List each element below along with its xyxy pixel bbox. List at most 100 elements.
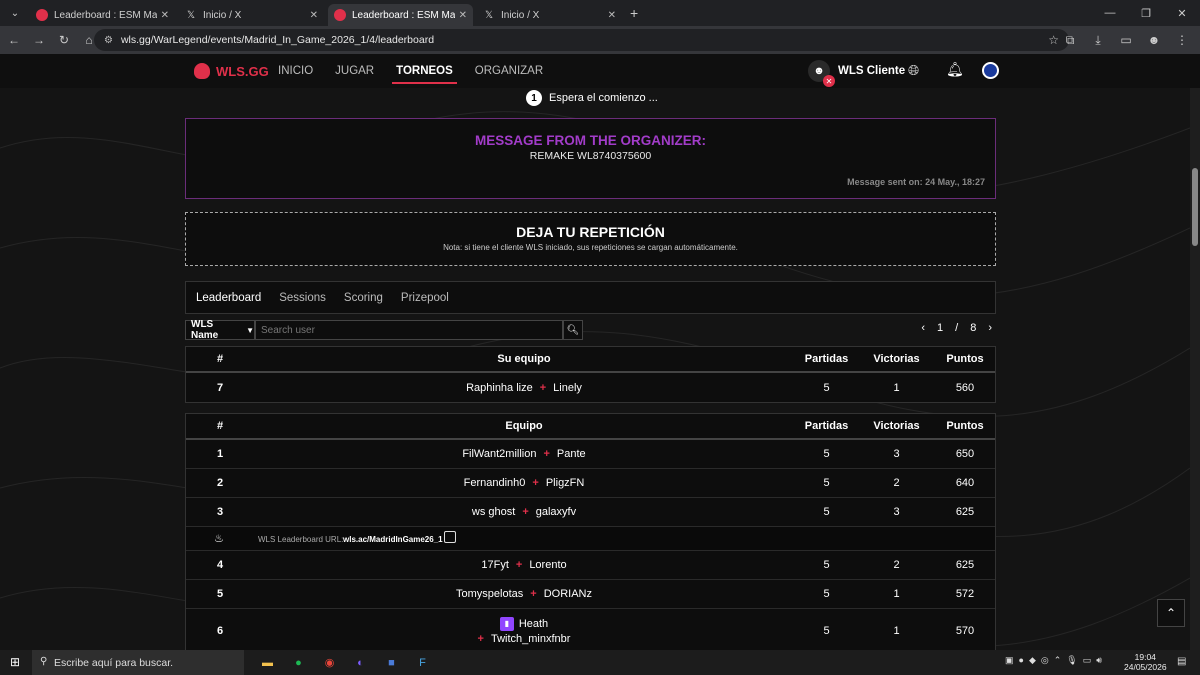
player-name[interactable]: Fernandinh0	[464, 477, 526, 489]
sidepanel-icon[interactable]: ▭	[1112, 29, 1140, 51]
table-row[interactable]: 6 ▮ Heath + Twitch_minxfnbr 5 1 570	[186, 609, 995, 650]
steam-icon[interactable]: ◎	[1041, 655, 1049, 666]
windows-start-icon[interactable]: ⊞	[10, 655, 20, 669]
site-info-icon[interactable]: ⚙	[104, 35, 113, 46]
player-name[interactable]: Heath	[519, 618, 548, 630]
profile-icon[interactable]: ☻	[1140, 29, 1168, 51]
player-name[interactable]: ws ghost	[472, 506, 515, 518]
browser-menu-icon[interactable]: ⋮	[1168, 29, 1196, 51]
tray-app-icon[interactable]: ▣	[1005, 655, 1014, 666]
close-icon[interactable]: ✕	[310, 10, 318, 21]
prev-page-icon[interactable]: ‹	[921, 322, 925, 334]
fortnite-icon[interactable]: F	[407, 653, 438, 672]
player-name[interactable]: FilWant2million	[462, 448, 536, 460]
replay-upload-dropzone[interactable]: DEJA TU REPETICIÓN Nota: si tiene el cli…	[185, 212, 996, 266]
player-name[interactable]: Lorento	[529, 559, 566, 571]
player-name[interactable]: Pante	[557, 448, 586, 460]
table-row[interactable]: 2 Fernandinh0 + PligzFN 5 2 640	[186, 469, 995, 498]
nav-jugar[interactable]: JUGAR	[335, 54, 374, 88]
search-user-input[interactable]	[255, 320, 563, 340]
volume-icon[interactable]: 🔊︎	[1096, 655, 1102, 666]
restore-icon[interactable]: ❐	[1128, 0, 1164, 26]
back-icon[interactable]: ←	[3, 29, 25, 51]
wins-cell: 3	[893, 506, 900, 518]
games-cell: 5	[823, 559, 830, 571]
browser-tab-3[interactable]: Leaderboard : ESM Madrid In G ✕	[328, 4, 473, 26]
spotify-icon[interactable]: ●	[283, 653, 314, 672]
player-name[interactable]: DORIANz	[544, 588, 592, 600]
player-name[interactable]: Twitch_minxfnbr	[491, 633, 570, 645]
microphone-icon[interactable]: 🎙︎	[1066, 655, 1077, 666]
nav-organizar[interactable]: ORGANIZAR	[475, 54, 543, 88]
wls-client-button[interactable]: ☻ ✕ WLS Cliente	[808, 60, 905, 87]
tab-scoring[interactable]: Scoring	[344, 292, 383, 304]
url-text: wls.gg/WarLegend/events/Madrid_In_Game_2…	[120, 34, 435, 46]
x-icon: 𝕏	[186, 9, 196, 21]
standings-table: # Equipo Partidas Victorias Puntos 1 Fil…	[185, 413, 996, 650]
tab-leaderboard[interactable]: Leaderboard	[196, 292, 261, 304]
player-name[interactable]: PligzFN	[546, 477, 585, 489]
table-row[interactable]: 7 Raphinha lize + Linely 5 1 560	[186, 373, 995, 402]
extensions-icon[interactable]: ⧉	[1056, 29, 1084, 51]
table-row[interactable]: 1 FilWant2million + Pante 5 3 650	[186, 440, 995, 469]
points-cell: 625	[955, 559, 975, 571]
team-cell: Raphinha lize + Linely	[254, 373, 794, 402]
user-avatar[interactable]	[982, 62, 999, 79]
leaderboard-url-link[interactable]: wls.ac/MadridInGame26_1	[343, 535, 443, 544]
new-tab-button[interactable]: +	[630, 5, 638, 21]
reload-icon[interactable]: ↻	[53, 29, 75, 51]
taskbar-search[interactable]: ⚲ Escribe aquí para buscar.	[32, 650, 244, 675]
notifications-icon[interactable]: ▤	[1177, 656, 1186, 667]
table-row[interactable]: 3 ws ghost + galaxyfv 5 3 625	[186, 498, 995, 527]
team-cell: Tomyspelotas + DORIANz	[254, 580, 794, 608]
wins-cell: 2	[893, 559, 900, 571]
search-icon: 🔍︎	[566, 324, 580, 336]
nav-inicio[interactable]: INICIO	[278, 54, 313, 88]
close-icon[interactable]: ✕	[459, 10, 467, 21]
browser-tab-1[interactable]: Leaderboard : ESM Madrid In G ✕	[30, 4, 175, 26]
discord-icon[interactable]: ◐	[345, 653, 376, 672]
notifications-bell-icon[interactable]: 🔔︎	[946, 61, 964, 78]
close-icon[interactable]: ✕	[161, 10, 169, 21]
scrollbar-thumb[interactable]	[1192, 168, 1198, 246]
tab-search-icon[interactable]: ⌄	[4, 3, 26, 23]
search-field-select[interactable]: WLS Name ▼	[185, 319, 255, 341]
teams-icon[interactable]: ■	[376, 653, 407, 672]
system-clock[interactable]: 19:04 24/05/2026	[1124, 652, 1167, 672]
copy-icon[interactable]	[444, 531, 456, 543]
player-name[interactable]: Linely	[553, 382, 582, 394]
rank-cell: 1	[216, 448, 224, 460]
download-icon[interactable]: ⤓	[1084, 29, 1112, 51]
tray-app-icon[interactable]: ●	[1019, 655, 1024, 666]
site-logo[interactable]: WLS.GG	[194, 63, 269, 79]
forward-icon[interactable]: →	[28, 29, 50, 51]
tray-expand-icon[interactable]: ⌃	[1054, 655, 1062, 666]
browser-tab-2[interactable]: 𝕏 Inicio / X ✕	[179, 4, 324, 26]
language-globe-icon[interactable]: 🌐︎	[908, 62, 919, 79]
browser-tab-4[interactable]: 𝕏 Inicio / X ✕	[477, 4, 622, 26]
network-icon[interactable]: ▭	[1083, 655, 1092, 666]
tab-sessions[interactable]: Sessions	[279, 292, 326, 304]
page-scrollbar[interactable]	[1190, 88, 1200, 650]
player-name[interactable]: Tomyspelotas	[456, 588, 523, 600]
player-name[interactable]: galaxyfv	[536, 506, 576, 518]
player-name[interactable]: Raphinha lize	[466, 382, 533, 394]
nav-torneos[interactable]: TORNEOS	[392, 54, 457, 88]
next-page-icon[interactable]: ›	[988, 322, 992, 334]
address-bar[interactable]: ⚙ wls.gg/WarLegend/events/Madrid_In_Game…	[94, 29, 1069, 51]
header-wins: Victorias	[873, 353, 920, 365]
close-window-icon[interactable]: ✕	[1164, 0, 1200, 26]
organizer-message-title: MESSAGE FROM THE ORGANIZER:	[474, 133, 706, 148]
table-row[interactable]: 4 17Fyt + Lorento 5 2 625	[186, 551, 995, 580]
minimize-icon[interactable]: —	[1092, 0, 1128, 26]
table-row[interactable]: 5 Tomyspelotas + DORIANz 5 1 572	[186, 580, 995, 609]
chrome-icon[interactable]: ◉	[314, 653, 345, 672]
plus-icon: +	[515, 559, 523, 571]
close-icon[interactable]: ✕	[608, 10, 616, 21]
player-name[interactable]: 17Fyt	[481, 559, 509, 571]
search-button[interactable]: 🔍︎	[563, 320, 583, 340]
nvidia-icon[interactable]: ◆	[1029, 655, 1036, 666]
tab-prizepool[interactable]: Prizepool	[401, 292, 449, 304]
scroll-to-top-button[interactable]: ⌃	[1157, 599, 1185, 627]
file-explorer-icon[interactable]: ▬	[252, 653, 283, 672]
